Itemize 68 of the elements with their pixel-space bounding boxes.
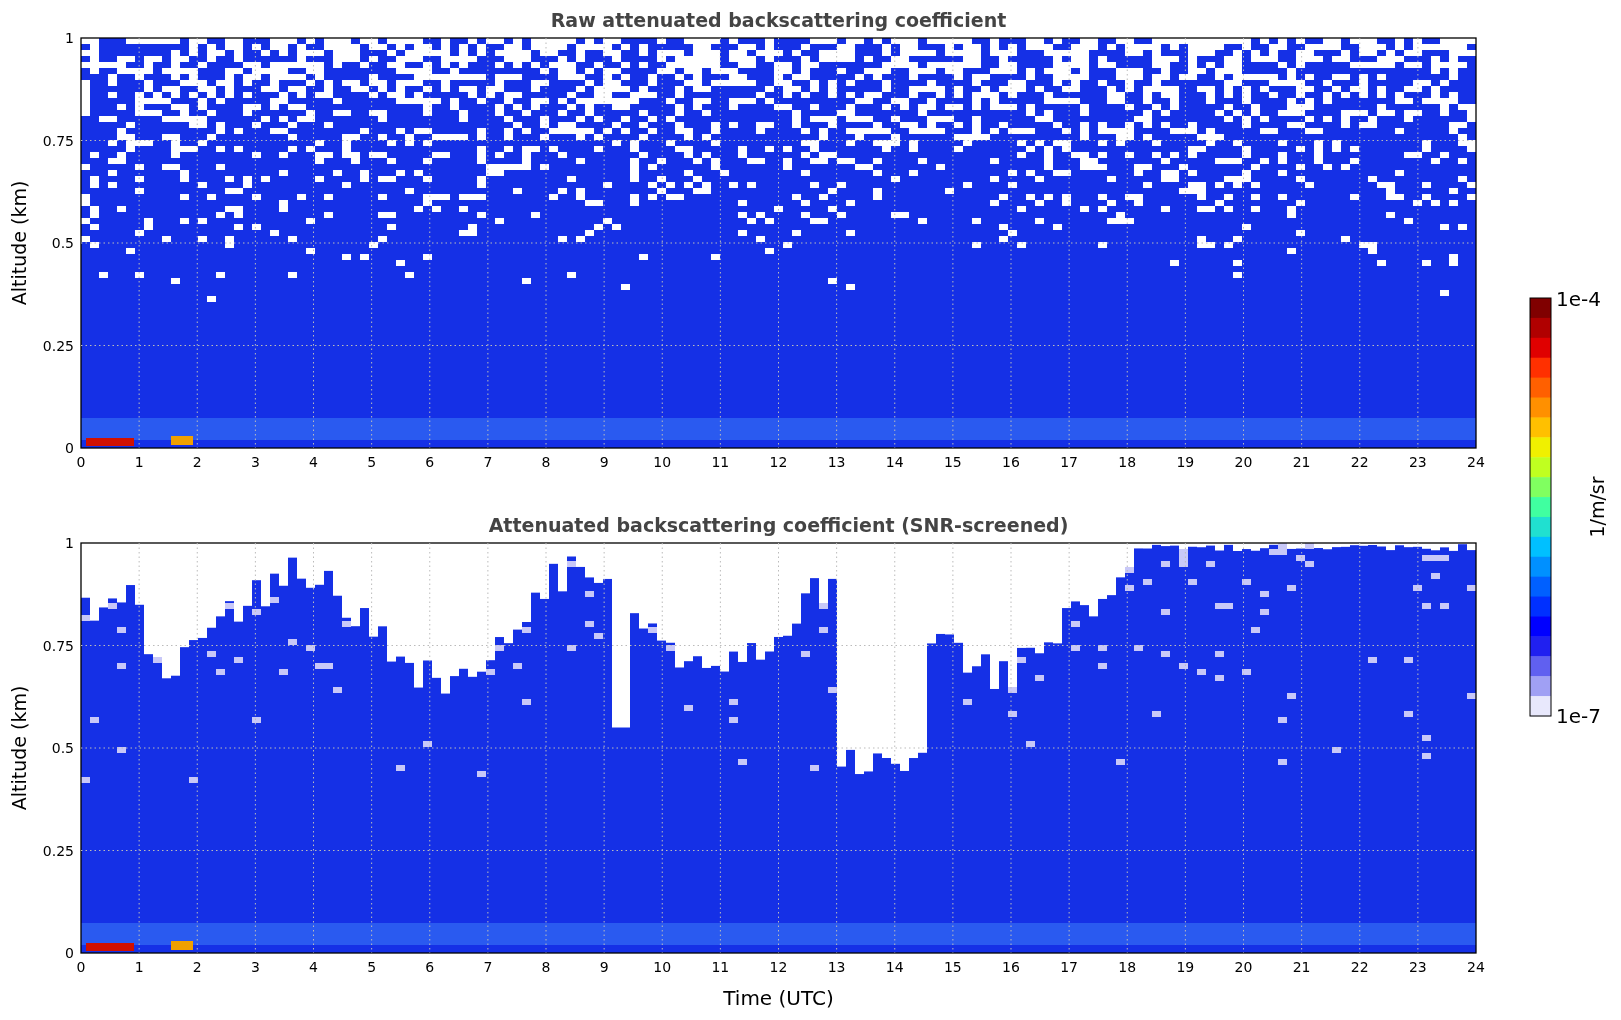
tick-label: 23 [1408, 959, 1427, 975]
tick-label: 2 [192, 959, 202, 975]
tick-label: 5 [367, 959, 377, 975]
colorbar-max-label: 1e-4 [1556, 287, 1601, 311]
tick-label: 3 [250, 454, 260, 470]
tick-label: 7 [483, 959, 493, 975]
plot-title: Attenuated backscattering coefficient (SNR-screened) [488, 514, 1069, 536]
tick-label: 0.5 [51, 740, 74, 756]
tick-label: 19 [1176, 454, 1195, 470]
tick-label: 0 [76, 454, 86, 470]
tick-label: 1 [134, 959, 144, 975]
tick-label: 0.75 [42, 637, 74, 654]
tick-label: 5 [367, 454, 377, 470]
plot-title: Raw attenuated backscattering coefficient [550, 9, 1007, 31]
colorbar-label: 1/m/sr [1586, 476, 1608, 538]
tick-label: 6 [425, 454, 435, 470]
tick-label: 15 [943, 959, 962, 975]
tick-label: 13 [827, 454, 846, 470]
tick-label: 24 [1467, 454, 1485, 470]
tick-label: 17 [1060, 454, 1079, 470]
axis-label: Altitude (km) [8, 685, 30, 811]
tick-label: 13 [827, 959, 846, 975]
tick-label: 8 [541, 454, 551, 470]
tick-label: 16 [1002, 454, 1020, 470]
axis-label: Time (UTC) [723, 986, 834, 1010]
tick-label: 16 [1002, 959, 1020, 975]
tick-label: 2 [192, 454, 202, 470]
tick-label: 12 [769, 959, 788, 975]
tick-label: 10 [653, 959, 672, 975]
axis-label: Altitude (km) [8, 180, 30, 306]
tick-label: 1 [65, 535, 74, 551]
tick-label: 21 [1292, 454, 1311, 470]
tick-label: 24 [1467, 959, 1485, 975]
tick-label: 4 [309, 959, 318, 975]
tick-label: 0.75 [42, 132, 74, 149]
tick-label: 8 [541, 959, 551, 975]
tick-label: 7 [483, 454, 493, 470]
tick-label: 6 [425, 959, 435, 975]
tick-label: 9 [599, 454, 609, 470]
tick-label: 11 [711, 959, 730, 975]
tick-label: 0.25 [42, 337, 74, 354]
tick-label: 17 [1060, 959, 1079, 975]
tick-label: 20 [1234, 454, 1253, 470]
tick-label: 4 [309, 454, 318, 470]
tick-label: 11 [711, 454, 730, 470]
tick-label: 9 [599, 959, 609, 975]
tick-label: 23 [1408, 454, 1427, 470]
tick-label: 0.5 [51, 235, 74, 251]
tick-label: 0 [65, 440, 74, 456]
tick-label: 1 [134, 454, 144, 470]
tick-label: 12 [769, 454, 788, 470]
tick-label: 20 [1234, 959, 1253, 975]
tick-label: 22 [1350, 959, 1369, 975]
tick-label: 18 [1118, 454, 1137, 470]
tick-label: 18 [1118, 959, 1137, 975]
tick-label: 14 [885, 454, 904, 470]
tick-label: 21 [1292, 959, 1311, 975]
colorbar-min-label: 1e-7 [1556, 704, 1601, 728]
tick-label: 10 [653, 454, 672, 470]
tick-label: 0.25 [42, 842, 74, 859]
tick-label: 1 [65, 30, 74, 46]
tick-label: 0 [76, 959, 86, 975]
tick-label: 14 [885, 959, 904, 975]
tick-label: 0 [65, 945, 74, 961]
tick-label: 3 [250, 959, 260, 975]
tick-label: 19 [1176, 959, 1195, 975]
tick-label: 22 [1350, 454, 1369, 470]
tick-label: 15 [943, 454, 962, 470]
